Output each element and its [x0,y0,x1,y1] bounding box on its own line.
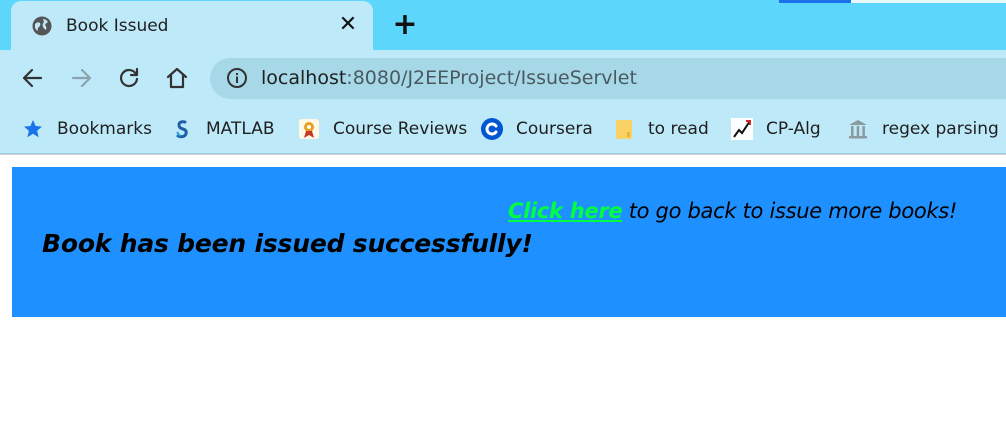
home-icon[interactable] [164,65,190,91]
close-tab-icon[interactable]: ✕ [338,14,358,36]
reload-icon[interactable] [116,65,142,91]
back-message: Click here to go back to issue more book… [508,199,957,223]
folder-icon [613,118,635,140]
success-banner: Click here to go back to issue more book… [12,167,1006,317]
bookmark-to-read[interactable]: to read [613,116,709,142]
back-arrow-icon[interactable] [20,65,46,91]
forward-arrow-icon[interactable] [68,65,94,91]
toolbar: localhost:8080/J2EEProject/IssueServlet [0,50,1006,106]
tab-strip-accent-light [851,0,1006,3]
bookmark-label: MATLAB [206,119,275,139]
url-host: localhost [261,67,347,89]
tab-book-issued[interactable]: Book Issued ✕ [11,1,373,51]
click-here-link[interactable]: Click here [508,199,623,223]
new-tab-button[interactable]: + [392,10,418,40]
bookmark-course-reviews[interactable]: Course Reviews [298,116,467,142]
bookmark-label: regex parsing [882,119,999,139]
url-path: :8080/J2EEProject/IssueServlet [346,67,637,89]
tab-title: Book Issued [66,16,169,36]
bookmark-label: Bookmarks [57,119,152,139]
bookmark-bookmarks[interactable]: Bookmarks [22,116,152,142]
matlab-icon [171,118,193,140]
tab-strip: Book Issued ✕ + [0,0,1006,51]
site-info-icon[interactable] [226,67,248,89]
content-divider [0,154,1006,155]
bookmark-label: Coursera [516,119,593,139]
star-icon [22,118,44,140]
address-bar[interactable]: localhost:8080/J2EEProject/IssueServlet [210,58,1006,99]
tab-strip-accent [779,0,851,3]
url-text: localhost:8080/J2EEProject/IssueServlet [261,67,637,89]
bookmarks-bar: Bookmarks MATLAB Course Reviews Coursera… [0,106,1006,154]
bookmark-label: CP-Alg [766,119,821,139]
success-message: Book has been issued successfully! [42,229,533,258]
course-reviews-icon [298,118,320,140]
bookmark-matlab[interactable]: MATLAB [171,116,275,142]
bookmark-label: Course Reviews [333,119,468,139]
bookmark-label: to read [648,119,709,139]
bookmark-coursera[interactable]: Coursera [481,116,593,142]
globe-icon [32,16,52,36]
chart-icon [731,118,753,140]
coursera-icon [481,118,503,140]
building-icon [847,118,869,140]
back-message-text: to go back to issue more books! [622,199,958,223]
bookmark-regex-parsing[interactable]: regex parsing [847,116,999,142]
bookmark-cp-alg[interactable]: CP-Alg [731,116,821,142]
